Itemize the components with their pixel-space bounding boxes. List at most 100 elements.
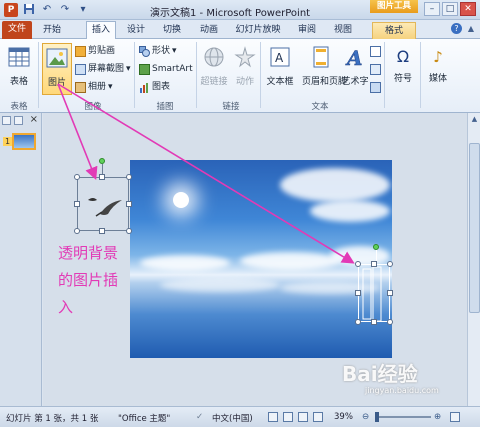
resize-handle[interactable] xyxy=(99,228,105,234)
close-icon[interactable]: × xyxy=(30,114,38,125)
resize-handle[interactable] xyxy=(371,319,377,325)
chevron-down-icon: ▾ xyxy=(126,64,131,74)
title-bar: P ↶ ↷ ▾ 演示文稿1 - Microsoft PowerPoint 图片工… xyxy=(0,0,480,20)
resize-handle[interactable] xyxy=(74,228,80,234)
resize-handle[interactable] xyxy=(126,174,132,180)
collapse-ribbon-icon[interactable]: ▲ xyxy=(468,24,474,33)
resize-handle[interactable] xyxy=(387,319,393,325)
group-divider xyxy=(196,42,197,108)
text-option-1-button[interactable] xyxy=(370,45,381,58)
fit-slide-icon[interactable] xyxy=(450,412,460,422)
action-button[interactable]: 动作 xyxy=(230,43,260,95)
action-star-icon xyxy=(234,46,256,68)
table-button[interactable]: 表格 xyxy=(4,43,34,95)
symbol-button[interactable]: Ω 符号 xyxy=(388,43,418,95)
wordart-button[interactable]: A 艺术字 xyxy=(340,43,370,95)
photo-album-button[interactable]: 相册 ▾ xyxy=(75,81,113,94)
slide[interactable] xyxy=(130,160,392,358)
tab-home[interactable]: 开始 xyxy=(38,22,66,39)
slide-thumbnail[interactable] xyxy=(12,133,36,150)
theme-name[interactable]: "Office 主题" xyxy=(118,412,170,424)
resize-handle[interactable] xyxy=(371,261,377,267)
svg-text:A: A xyxy=(275,51,284,65)
chart-button[interactable]: 图表 xyxy=(139,81,170,94)
minimize-button[interactable]: – xyxy=(424,2,440,16)
tab-animations[interactable]: 动画 xyxy=(196,22,222,39)
tab-insert[interactable]: 插入 xyxy=(86,21,116,39)
smartart-button[interactable]: SmartArt xyxy=(139,63,193,76)
zoom-level[interactable]: 39% xyxy=(334,412,353,422)
tab-view[interactable]: 视图 xyxy=(330,22,356,39)
screenshot-button[interactable]: 屏幕截图 ▾ xyxy=(75,63,131,76)
media-button[interactable]: ♪ 媒体 xyxy=(423,43,453,95)
sun xyxy=(173,192,189,208)
resize-handle[interactable] xyxy=(355,290,361,296)
photo-album-icon xyxy=(75,82,86,93)
resize-handle[interactable] xyxy=(387,290,393,296)
resize-handle[interactable] xyxy=(355,319,361,325)
scrollbar-thumb[interactable] xyxy=(469,143,480,313)
cloud xyxy=(140,255,230,271)
zoom-slider-track[interactable] xyxy=(377,416,431,418)
tab-review[interactable]: 审阅 xyxy=(294,22,320,39)
speaker-icon: ♪ xyxy=(433,48,443,66)
normal-view-icon[interactable] xyxy=(268,412,278,422)
outline-tab-icon[interactable] xyxy=(14,116,23,125)
redo-icon[interactable]: ↷ xyxy=(58,3,72,17)
chevron-down-icon: ▾ xyxy=(108,82,113,92)
shapes-button[interactable]: 形状 ▾ xyxy=(139,45,177,58)
resize-handle[interactable] xyxy=(74,201,80,207)
media-label: 媒体 xyxy=(428,74,447,84)
group-label-text: 文本 xyxy=(311,102,329,112)
textbox-button[interactable]: A 文本框 xyxy=(262,43,298,95)
help-icon[interactable]: ? xyxy=(451,23,462,34)
group-divider xyxy=(260,42,261,108)
birds-picture[interactable] xyxy=(77,177,129,231)
reading-view-icon[interactable] xyxy=(298,412,308,422)
resize-handle[interactable] xyxy=(99,174,105,180)
slideshow-view-icon[interactable] xyxy=(313,412,323,422)
zoom-in-icon[interactable]: ⊕ xyxy=(434,412,441,422)
zoom-out-icon[interactable]: ⊖ xyxy=(362,412,369,422)
group-label-illustration: 插图 xyxy=(156,102,174,112)
maximize-button[interactable]: □ xyxy=(442,2,458,16)
hyperlink-button[interactable]: 超链接 xyxy=(199,43,229,95)
resize-handle[interactable] xyxy=(387,261,393,267)
resize-handle[interactable] xyxy=(74,174,80,180)
tab-file[interactable]: 文件 xyxy=(2,21,32,39)
spellcheck-icon[interactable]: ✓ xyxy=(196,412,203,422)
slide-number-icon xyxy=(370,64,381,75)
text-option-2-button[interactable] xyxy=(370,63,381,76)
resize-handle[interactable] xyxy=(126,201,132,207)
close-button[interactable]: ✕ xyxy=(460,2,476,16)
slides-tab-icon[interactable] xyxy=(2,116,11,125)
slide-number: 1 xyxy=(3,137,13,146)
text-option-3-button[interactable] xyxy=(370,81,381,94)
language[interactable]: 中文(中国) xyxy=(212,412,253,424)
chart-label: 图表 xyxy=(152,82,171,92)
window-title: 演示文稿1 - Microsoft PowerPoint xyxy=(150,8,311,19)
header-footer-button[interactable]: 页眉和页脚 xyxy=(302,43,347,95)
customize-toolbar-icon[interactable]: ▾ xyxy=(76,3,90,17)
powerpoint-app-icon[interactable]: P xyxy=(4,3,18,17)
group-divider xyxy=(420,42,421,108)
inserted-picture[interactable] xyxy=(358,264,390,322)
clipart-button[interactable]: 剪贴画 xyxy=(75,45,115,58)
resize-handle[interactable] xyxy=(355,261,361,267)
vertical-scrollbar[interactable]: ▲ xyxy=(467,113,480,406)
tab-slideshow[interactable]: 幻灯片放映 xyxy=(231,22,285,39)
tab-transitions[interactable]: 切换 xyxy=(159,22,185,39)
undo-icon[interactable]: ↶ xyxy=(40,3,54,17)
tab-design[interactable]: 设计 xyxy=(123,22,149,39)
picture-button[interactable]: 图片 xyxy=(42,43,72,95)
resize-handle[interactable] xyxy=(126,228,132,234)
shapes-label: 形状 xyxy=(152,46,171,56)
table-button-label: 表格 xyxy=(9,77,28,87)
sorter-view-icon[interactable] xyxy=(283,412,293,422)
slide-thumbnail-pane: × 1 xyxy=(0,113,42,406)
zoom-slider-knob[interactable] xyxy=(375,412,379,422)
tab-format[interactable]: 格式 xyxy=(372,22,416,39)
save-icon[interactable] xyxy=(22,3,36,17)
smartart-icon xyxy=(139,64,150,75)
scroll-up-icon[interactable]: ▲ xyxy=(468,113,480,125)
